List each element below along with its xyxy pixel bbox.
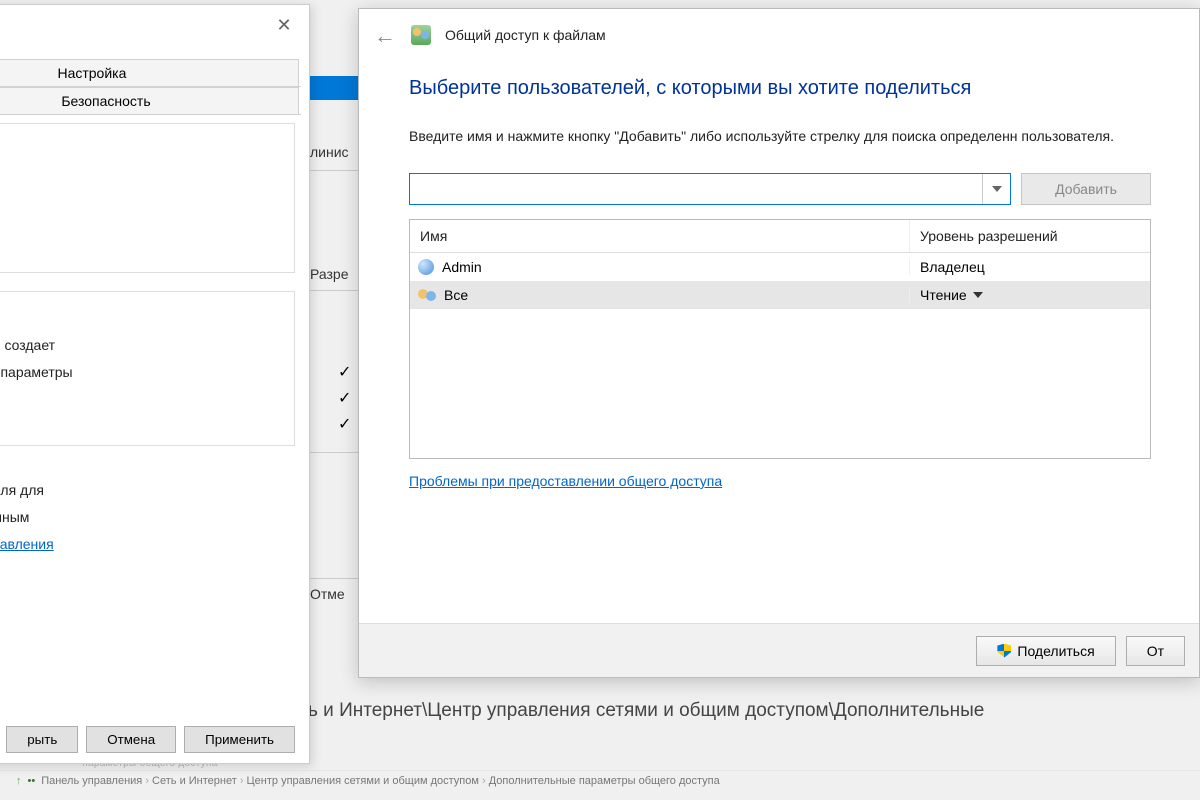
wizard-body: Выберите пользователей, с которыми вы хо… (359, 59, 1199, 497)
properties-footer: рыть Отмена Применить (0, 726, 295, 753)
bg-fragment: линис (310, 144, 349, 160)
apply-button[interactable]: Применить (184, 726, 295, 753)
row-name-label: Все (444, 287, 468, 303)
bg-selection-bar (308, 76, 358, 100)
table-row[interactable]: Все Чтение (410, 281, 1150, 309)
bg-fragment: Разре (310, 266, 349, 282)
network-sharing-group: файлам и папкам туп (0, 123, 295, 273)
close-icon[interactable]: ✕ (271, 13, 297, 39)
row-permission-cell[interactable]: Чтение (910, 287, 1150, 303)
check-icon: ✓ (338, 362, 351, 382)
file-sharing-icon (411, 25, 431, 45)
group-text: ругие дополнительные параметры (0, 362, 282, 383)
wizard-title: Общий доступ к файлам (445, 27, 606, 43)
add-button[interactable]: Добавить (1021, 173, 1151, 205)
bg-divider (310, 290, 358, 291)
properties-body: файлам и папкам туп бщего доступа ательс… (0, 123, 295, 703)
group-text: туп (0, 191, 282, 212)
user-entry-row: Добавить (409, 173, 1151, 205)
breadcrumb-separator: › (237, 775, 247, 787)
group-text: ательские разрешения, создает (0, 335, 282, 356)
column-permission[interactable]: Уровень разрешений (910, 220, 1150, 252)
table-row[interactable]: Admin Владелец (410, 253, 1150, 281)
group-text: о можно через Центр управления (0, 534, 283, 555)
file-sharing-wizard: ← Общий доступ к файлам Выберите пользов… (358, 8, 1200, 678)
shield-icon (997, 644, 1011, 658)
breadcrumb-separator: › (479, 775, 489, 787)
wizard-cancel-button[interactable]: От (1126, 636, 1185, 666)
breadcrumb-separator: › (142, 775, 152, 787)
cancel-button[interactable]: Отмена (86, 726, 176, 753)
troubleshoot-link[interactable]: Проблемы при предоставлении общего досту… (409, 473, 722, 489)
tab-security[interactable]: Безопасность (0, 87, 299, 114)
user-icon (418, 259, 434, 275)
wizard-footer: Поделиться От (359, 623, 1199, 677)
breadcrumb-item[interactable]: Дополнительные параметры общего доступа (489, 775, 720, 787)
bg-divider (310, 578, 358, 579)
bg-divider (310, 170, 358, 171)
address-path: ь и Интернет\Центр управления сетями и о… (308, 700, 984, 722)
user-input[interactable] (410, 174, 982, 204)
advanced-sharing-group: бщего доступа ательские разрешения, созд… (0, 291, 295, 446)
divider (0, 770, 1200, 771)
row-name-cell: Admin (410, 259, 910, 275)
wizard-heading: Выберите пользователей, с которыми вы хо… (409, 77, 1151, 100)
share-button-label: Поделиться (1017, 643, 1094, 659)
group-text: бщего доступа (0, 308, 282, 329)
group-text: ие учетной записи и пароля для (0, 480, 283, 501)
wizard-header: ← Общий доступ к файлам (359, 9, 1199, 59)
column-name[interactable]: Имя (410, 220, 910, 252)
group-text: файлам и папкам (0, 140, 282, 161)
row-permission-label: Владелец (920, 259, 985, 275)
row-name-label: Admin (442, 259, 482, 275)
table-header: Имя Уровень разрешений (410, 220, 1150, 253)
bg-divider (310, 452, 358, 453)
tab-customize[interactable]: Настройка (0, 59, 299, 86)
share-button[interactable]: Поделиться (976, 636, 1115, 666)
properties-tabs: и Настройка оступ Безопасность (0, 59, 301, 119)
row-permission-cell: Владелец (910, 259, 1150, 275)
user-combobox[interactable] (409, 173, 1011, 205)
check-icon: ✓ (338, 388, 351, 408)
breadcrumb-item[interactable]: Панель управления (41, 775, 142, 787)
back-arrow-icon[interactable]: ← (373, 23, 397, 47)
bg-fragment: Отме (310, 586, 345, 602)
breadcrumb-item[interactable]: Центр управления сетями и общим доступом (247, 775, 479, 787)
users-table: Имя Уровень разрешений Admin Владелец Все Ч… (409, 219, 1151, 459)
breadcrumb-item[interactable]: Сеть и Интернет (152, 775, 237, 787)
check-icon: ✓ (338, 414, 351, 434)
network-center-link[interactable]: Центр управления (0, 536, 54, 552)
up-arrow-icon[interactable]: ↑ (16, 775, 22, 787)
group-text: т доступ к папкам, доступным (0, 507, 283, 528)
chevron-down-icon[interactable] (982, 174, 1010, 204)
close-button[interactable]: рыть (6, 726, 78, 753)
users-group-icon (418, 287, 436, 303)
row-name-cell: Все (410, 287, 910, 303)
row-permission-label: Чтение (920, 287, 967, 303)
password-protection-group: ие учетной записи и пароля для т доступ … (0, 464, 295, 604)
wizard-instruction: Введите имя и нажмите кнопку "Добавить" … (409, 126, 1151, 147)
breadcrumb: ↑ •• Панель управления › Сеть и Интернет… (0, 775, 1200, 787)
chevron-down-icon[interactable] (973, 292, 983, 298)
properties-dialog: ✕ и Настройка оступ Безопасность файлам … (0, 4, 310, 764)
